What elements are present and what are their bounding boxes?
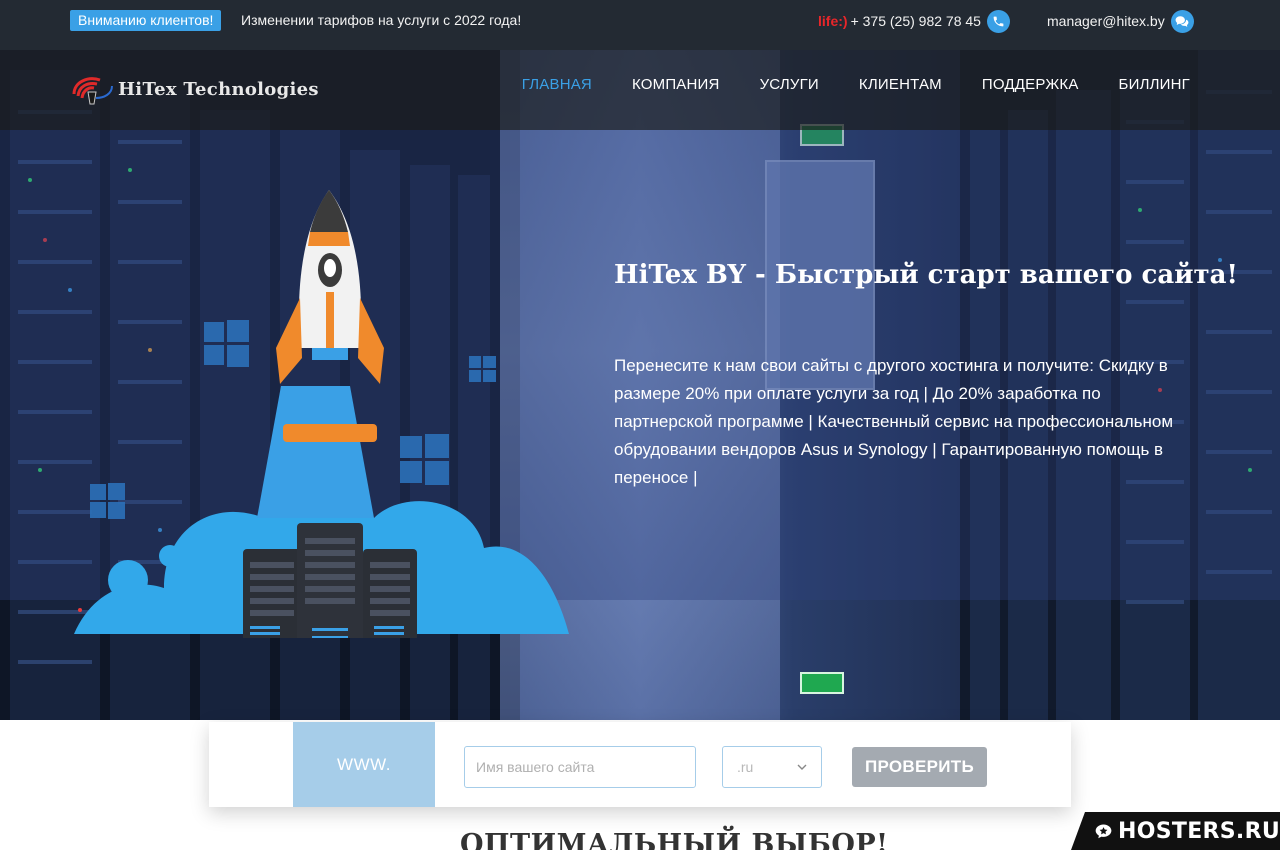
phone-number[interactable]: + 375 (25) 982 78 45	[851, 13, 981, 29]
section-heading: ОПТИМАЛЬНЫЙ ВЫБОР!	[460, 829, 889, 850]
phone-contact[interactable]: life:) + 375 (25) 982 78 45	[818, 9, 1010, 33]
top-bar: Вниманию клиентов! Изменении тарифов на …	[0, 0, 1280, 50]
check-domain-button[interactable]: ПРОВЕРИТЬ	[852, 747, 987, 787]
rocket-flame	[257, 386, 374, 518]
domain-zone-value: .ru	[737, 759, 754, 775]
nav-item-billing[interactable]: БИЛЛИНГ	[1119, 76, 1190, 93]
exit-sign-reflection-icon	[800, 672, 844, 694]
hosters-badge[interactable]: HOSTERS.RU	[1071, 812, 1280, 850]
domain-name-input[interactable]	[464, 746, 696, 788]
hero-title: HiTex BY - Быстрый старт вашего сайта!	[614, 260, 1238, 290]
phone-operator: life:)	[818, 13, 848, 29]
nav-item-clients[interactable]: КЛИЕНТАМ	[859, 76, 942, 93]
rocket-illustration	[74, 190, 569, 638]
nav-item-company[interactable]: КОМПАНИЯ	[632, 76, 720, 93]
email-contact[interactable]: manager@hitex.by	[1047, 9, 1194, 33]
hosters-text: HOSTERS.RU	[1118, 818, 1280, 844]
phone-icon[interactable]	[986, 9, 1010, 33]
main-nav: ГЛАВНАЯ КОМПАНИЯ УСЛУГИ КЛИЕНТАМ ПОДДЕРЖ…	[522, 76, 1190, 93]
rocket-icon	[276, 190, 384, 384]
email-address[interactable]: manager@hitex.by	[1047, 13, 1165, 29]
notice-link[interactable]: Изменении тарифов на услуги с 2022 года!	[241, 12, 521, 28]
www-prefix: WWW.	[293, 722, 435, 807]
hero-section: HiTex Technologies ГЛАВНАЯ КОМПАНИЯ УСЛУ…	[0, 50, 1280, 720]
notice-badge[interactable]: Вниманию клиентов!	[70, 10, 222, 31]
hero-description: Перенесите к нам свои сайты с другого хо…	[614, 356, 1174, 487]
domain-zone-select[interactable]: .ru	[722, 746, 822, 788]
chat-icon[interactable]	[1170, 9, 1194, 33]
nav-item-support[interactable]: ПОДДЕРЖКА	[982, 76, 1079, 93]
logo-text: HiTex Technologies	[118, 78, 319, 100]
hitex-logo-icon	[72, 77, 113, 105]
domain-search-panel: WWW. .ru ПРОВЕРИТЬ	[209, 722, 1071, 807]
site-logo[interactable]: HiTex Technologies	[70, 72, 319, 106]
nav-item-home[interactable]: ГЛАВНАЯ	[522, 76, 592, 93]
chevron-down-icon	[797, 764, 807, 770]
nav-item-services[interactable]: УСЛУГИ	[760, 76, 819, 93]
hosters-logo-icon	[1095, 824, 1112, 839]
main-navbar: HiTex Technologies ГЛАВНАЯ КОМПАНИЯ УСЛУ…	[0, 50, 1280, 130]
